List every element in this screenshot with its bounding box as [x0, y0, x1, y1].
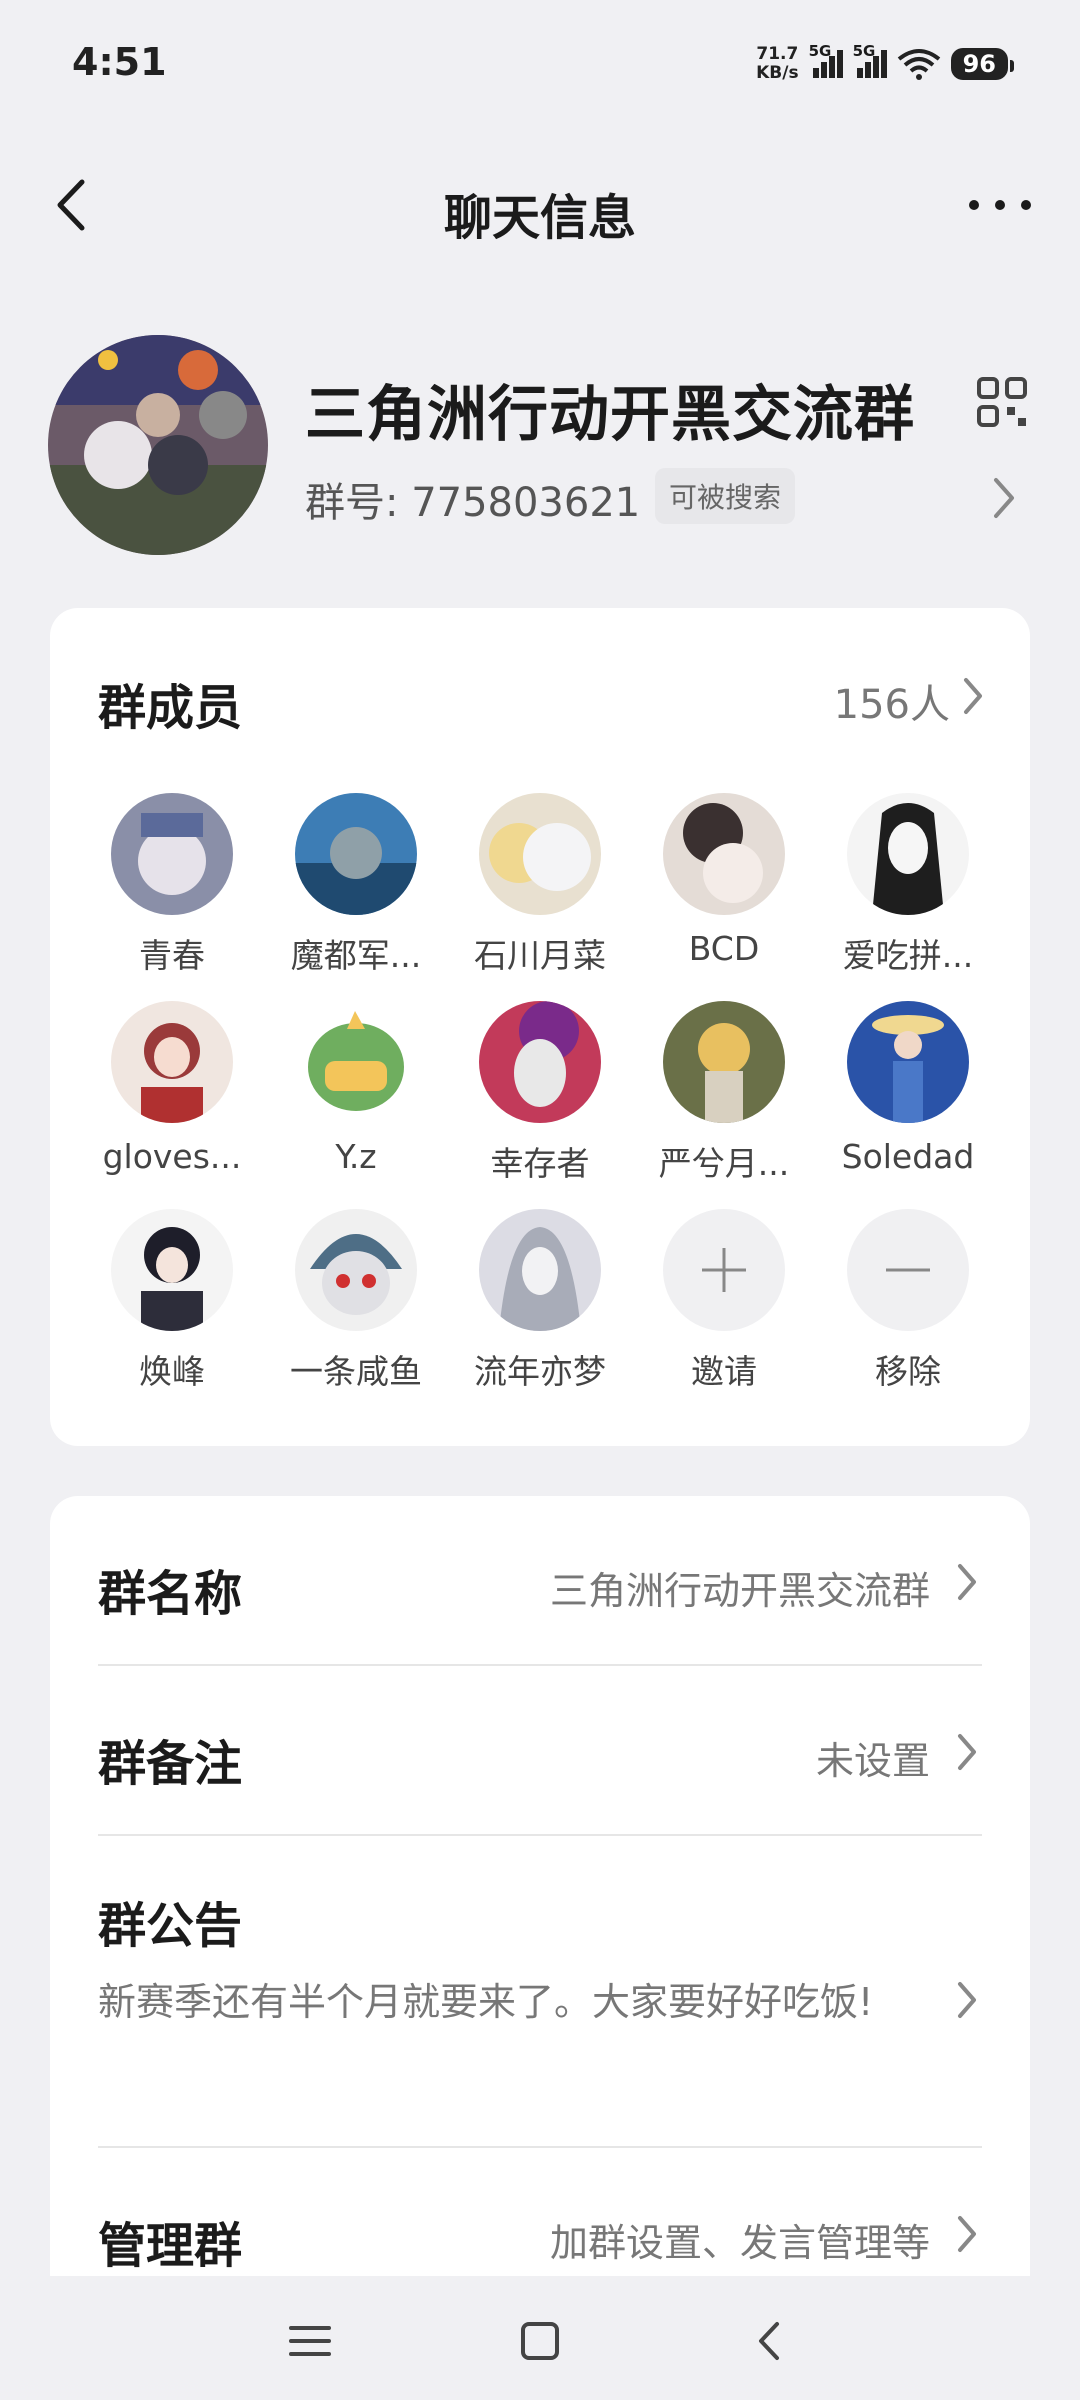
group-remark-label: 群备注: [98, 1736, 243, 1792]
chevron-right-icon[interactable]: [958, 672, 988, 720]
member-item[interactable]: 严兮月...: [632, 1001, 816, 1185]
chevron-right-icon[interactable]: [986, 470, 1022, 526]
chevron-right-icon: [958, 1982, 976, 2018]
network-speed-value: 71.7: [756, 44, 799, 64]
member-name: Y.z: [335, 1137, 377, 1176]
group-name-value: 三角洲行动开黑交流群: [549, 1569, 930, 1613]
signal-label-2: 5G: [852, 42, 876, 60]
members-count[interactable]: 156人: [834, 672, 950, 730]
searchable-badge: 可被搜索: [655, 468, 796, 524]
group-id: 群号: 775803621: [305, 480, 641, 526]
member-name: 魔都军...: [290, 936, 422, 975]
member-name: 青春: [139, 936, 205, 975]
group-name-row[interactable]: 群名称 三角洲行动开黑交流群: [98, 1496, 982, 1666]
navigation-bar: [0, 2276, 1080, 2400]
member-name: 一条咸鱼: [290, 1352, 422, 1391]
status-icons: 71.7 KB/s 5G 5G 96: [756, 38, 1015, 90]
invite-label: 邀请: [691, 1352, 757, 1391]
announcement-label: 群公告: [98, 1898, 243, 1954]
group-remark-row[interactable]: 群备注 未设置: [98, 1666, 982, 1836]
status-time: 4:51: [72, 40, 167, 84]
remove-label: 移除: [875, 1352, 941, 1391]
member-item[interactable]: 爱吃拼...: [816, 793, 1000, 977]
minus-icon[interactable]: [847, 1209, 969, 1331]
network-speed: 71.7 KB/s: [756, 45, 798, 83]
group-info[interactable]: 三角洲行动开黑交流群 群号: 775803621 可被搜索: [0, 330, 1080, 560]
member-item[interactable]: gloves...: [80, 1001, 264, 1185]
member-item[interactable]: 一条咸鱼: [264, 1209, 448, 1393]
invite-button[interactable]: 邀请: [632, 1209, 816, 1393]
member-grid: 青春 魔都军... 石川月菜 BCD 爱吃拼... gloves... Y.z …: [80, 793, 1000, 1393]
announcement-row[interactable]: 群公告 新赛季还有半个月就要来了。大家要好好吃饭!: [98, 1836, 982, 2146]
member-name: Soledad: [841, 1137, 975, 1176]
member-name: 流年亦梦: [474, 1352, 606, 1391]
group-name-label: 群名称: [98, 1566, 243, 1622]
network-speed-unit: KB/s: [756, 63, 799, 83]
page-title: 聊天信息: [443, 190, 636, 246]
avatar[interactable]: [111, 1209, 233, 1331]
group-avatar[interactable]: [48, 335, 268, 555]
member-item[interactable]: Y.z: [264, 1001, 448, 1185]
chevron-right-icon: [958, 1564, 976, 1600]
member-name: gloves...: [102, 1137, 242, 1176]
settings-card: 群名称 三角洲行动开黑交流群 群备注 未设置 群公告 新赛季还有半个月就要来了。…: [50, 1496, 1030, 2396]
member-item[interactable]: Soledad: [816, 1001, 1000, 1185]
group-name: 三角洲行动开黑交流群: [305, 380, 915, 450]
signal-icon: 5G: [809, 42, 843, 78]
group-remark-value: 未设置: [815, 1739, 930, 1783]
member-name: BCD: [688, 929, 760, 968]
avatar[interactable]: [479, 1001, 601, 1123]
manage-group-label: 管理群: [98, 2218, 243, 2274]
header: 聊天信息: [0, 140, 1080, 270]
group-avatar-image: [48, 335, 268, 555]
battery-indicator: 96: [950, 48, 1015, 80]
member-item[interactable]: 石川月菜: [448, 793, 632, 977]
avatar[interactable]: [295, 1001, 417, 1123]
member-name: 幸存者: [490, 1144, 590, 1183]
home-icon[interactable]: [505, 2306, 575, 2376]
signal-icon-2: 5G: [853, 42, 887, 78]
announcement-text: 新赛季还有半个月就要来了。大家要好好吃饭!: [98, 1980, 874, 2024]
status-bar: 4:51 71.7 KB/s 5G 5G 96: [0, 0, 1080, 130]
member-item[interactable]: 幸存者: [448, 1001, 632, 1185]
member-item[interactable]: 流年亦梦: [448, 1209, 632, 1393]
member-name: 爱吃拼...: [842, 936, 974, 975]
avatar[interactable]: [479, 793, 601, 915]
back-nav-icon[interactable]: [735, 2306, 805, 2376]
plus-icon[interactable]: [663, 1209, 785, 1331]
avatar[interactable]: [295, 793, 417, 915]
avatar[interactable]: [663, 793, 785, 915]
members-title: 群成员: [98, 680, 243, 736]
wifi-icon: [897, 49, 940, 80]
avatar[interactable]: [479, 1209, 601, 1331]
member-item[interactable]: 魔都军...: [264, 793, 448, 977]
member-item[interactable]: BCD: [632, 793, 816, 977]
avatar[interactable]: [111, 793, 233, 915]
more-icon[interactable]: [960, 170, 1040, 240]
manage-group-value: 加群设置、发言管理等: [549, 2221, 930, 2265]
qr-code-icon[interactable]: [976, 376, 1028, 428]
member-name: 石川月菜: [474, 936, 606, 975]
member-name: 严兮月...: [658, 1144, 790, 1183]
member-item[interactable]: 焕峰: [80, 1209, 264, 1393]
menu-icon[interactable]: [275, 2306, 345, 2376]
signal-label-1: 5G: [808, 42, 832, 60]
member-name: 焕峰: [139, 1352, 205, 1391]
chevron-right-icon: [958, 1734, 976, 1770]
avatar[interactable]: [847, 793, 969, 915]
avatar[interactable]: [847, 1001, 969, 1123]
avatar[interactable]: [663, 1001, 785, 1123]
chevron-right-icon: [958, 2216, 976, 2252]
member-item[interactable]: 青春: [80, 793, 264, 977]
members-card: 群成员 156人 青春 魔都军... 石川月菜 BCD 爱吃拼... glove…: [50, 608, 1030, 1446]
avatar[interactable]: [111, 1001, 233, 1123]
remove-button[interactable]: 移除: [816, 1209, 1000, 1393]
avatar[interactable]: [295, 1209, 417, 1331]
